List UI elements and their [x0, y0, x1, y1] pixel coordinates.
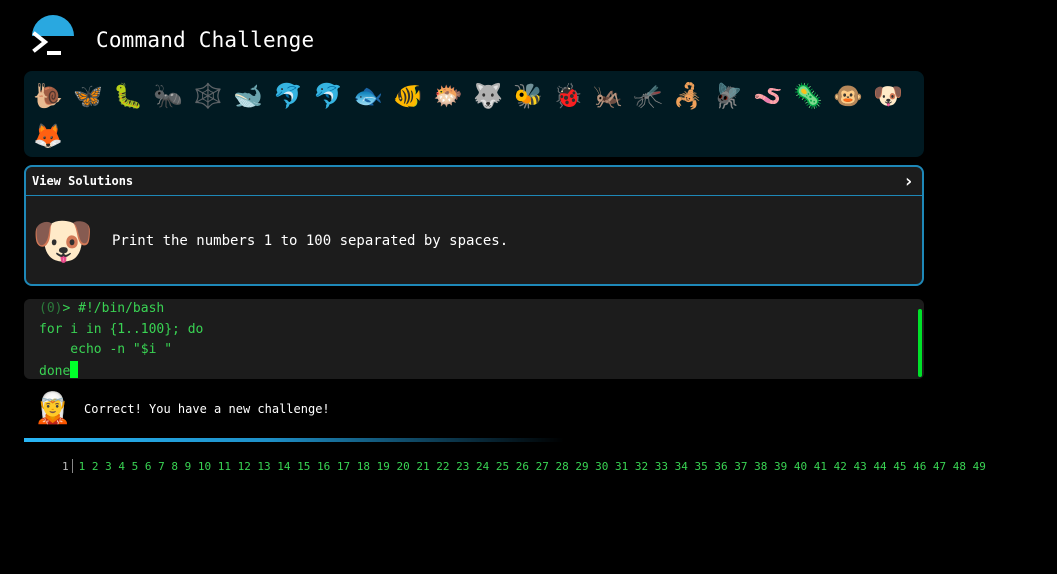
feedback-message: 🧝 Correct! You have a new challenge! [34, 389, 330, 429]
fly-icon[interactable]: 🪰 [708, 76, 748, 116]
scorpion-icon[interactable]: 🦂 [668, 76, 708, 116]
app-title: Command Challenge [96, 28, 315, 52]
caterpillar-icon[interactable]: 🐛 [108, 76, 148, 116]
terminal-line-4: done [39, 360, 924, 380]
app-header: Command Challenge [24, 8, 314, 66]
feedback-text: Correct! You have a new challenge! [84, 402, 330, 416]
command-output: 1 1 2 3 4 5 6 7 8 9 10 11 12 13 14 15 16 … [62, 459, 1057, 475]
terminal-logo-icon[interactable] [24, 13, 74, 61]
challenge-body: 🐶 Print the numbers 1 to 100 separated b… [26, 196, 922, 286]
fox-icon[interactable]: 🦊 [28, 116, 68, 156]
tropical-fish-icon[interactable]: 🐠 [388, 76, 428, 116]
chevron-right-icon[interactable]: › [903, 171, 914, 192]
bee-icon[interactable]: 🐝 [508, 76, 548, 116]
whale-icon[interactable]: 🐋 [228, 76, 268, 116]
divider-progress-line [24, 438, 564, 442]
worm-icon[interactable]: 🪱 [748, 76, 788, 116]
butterfly-icon[interactable]: 🦋 [68, 76, 108, 116]
output-text: 1 2 3 4 5 6 7 8 9 10 11 12 13 14 15 16 1… [78, 460, 986, 473]
dolphin-gray-icon[interactable]: 🐬 [308, 76, 348, 116]
challenge-panel: View Solutions › 🐶 Print the numbers 1 t… [24, 165, 924, 286]
dog-avatar-icon: 🐶 [31, 212, 95, 270]
fish-icon[interactable]: 🐟 [348, 76, 388, 116]
terminal-line-1: (0)> #!/bin/bash [39, 299, 924, 320]
ladybug-icon[interactable]: 🐞 [548, 76, 588, 116]
prompt-exit-code: (0) [39, 301, 63, 316]
code-line-1: #!/bin/bash [70, 301, 165, 316]
dog-icon[interactable]: 🐶 [868, 76, 908, 116]
terminal-editor[interactable]: (0)> #!/bin/bash for i in {1..100}; do e… [24, 299, 924, 379]
text-cursor [70, 360, 79, 378]
microbe-icon[interactable]: 🦠 [788, 76, 828, 116]
output-line-number: 1 [62, 460, 69, 473]
code-line-2: for i in {1..100}; do [39, 321, 204, 337]
cricket-icon[interactable]: 🦗 [588, 76, 628, 116]
challenge-emoji-bar: 🐌 🦋 🐛 🐜 🕸️ 🐋 🐬 🐬 🐟 🐠 🐡 🐺 🐝 🐞 🦗 🦟 🦂 🪰 🪱 🦠… [24, 71, 924, 157]
monkey-icon[interactable]: 🐵 [828, 76, 868, 116]
ant-icon[interactable]: 🐜 [148, 76, 188, 116]
snail-icon[interactable]: 🐌 [28, 76, 68, 116]
blowfish-icon[interactable]: 🐡 [428, 76, 468, 116]
dolphin-icon[interactable]: 🐬 [268, 76, 308, 116]
elf-avatar-icon: 🧝 [34, 391, 72, 426]
terminal-scrollbar[interactable] [918, 309, 922, 377]
code-line-4: done [39, 363, 71, 379]
spider-web-icon[interactable]: 🕸️ [188, 76, 228, 116]
view-solutions-label: View Solutions [32, 174, 134, 188]
wolf-icon[interactable]: 🐺 [468, 76, 508, 116]
code-line-3: echo -n "$i " [39, 342, 173, 357]
view-solutions-toggle[interactable]: View Solutions › [26, 167, 922, 196]
mosquito-icon[interactable]: 🦟 [628, 76, 668, 116]
output-gutter [71, 459, 73, 473]
challenge-description: Print the numbers 1 to 100 separated by … [112, 233, 509, 249]
